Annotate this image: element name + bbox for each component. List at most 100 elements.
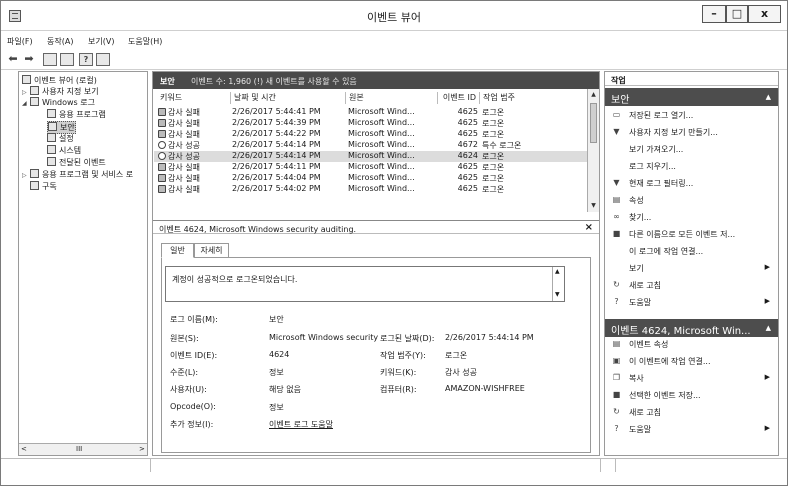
- action-label: 다른 이름으로 모든 이벤트 저...: [629, 230, 736, 239]
- task-icon: ▣: [612, 356, 621, 365]
- action-item[interactable]: ? 도움말 ▶: [605, 295, 778, 309]
- user-label: 사용자(U):: [170, 385, 207, 394]
- tree-item-application[interactable]: 응용 프로그램: [47, 109, 106, 120]
- section-title: 보안: [611, 95, 630, 106]
- actions-section-security[interactable]: 보안 ▲: [605, 88, 778, 106]
- logged-date-label: 로그된 날짜(D):: [380, 334, 435, 343]
- table-row[interactable]: 감사 실패 2/26/2017 5:44:39 PM Microsoft Wind.…: [154, 118, 590, 129]
- action-item[interactable]: ↻ 새로 고침: [605, 405, 778, 419]
- maximize-button[interactable]: □: [726, 5, 748, 23]
- cell-source: Microsoft Wind...: [348, 140, 415, 149]
- action-item[interactable]: ■ 다른 이름으로 모든 이벤트 저...: [605, 227, 778, 241]
- table-row[interactable]: 감사 실패 2/26/2017 5:44:22 PM Microsoft Wind.…: [154, 129, 590, 140]
- cell-id: 4625: [457, 184, 478, 193]
- scroll-left-icon[interactable]: <: [21, 445, 27, 453]
- table-row[interactable]: 감사 실패 2/26/2017 5:44:11 PM Microsoft Wind.…: [154, 162, 590, 173]
- forward-arrow-icon[interactable]: ➡: [22, 53, 36, 66]
- window-title: 이벤트 뷰어: [366, 11, 422, 24]
- action-item[interactable]: ▣ 이 이벤트에 작업 연결...: [605, 354, 778, 368]
- tree-item-forwarded-events[interactable]: 전달된 이벤트: [47, 157, 106, 168]
- submenu-arrow-icon: ▶: [764, 424, 770, 432]
- tree-item-event-viewer-local[interactable]: 이벤트 뷰어 (로컬): [22, 75, 97, 86]
- cell-category: 로그온: [482, 163, 505, 172]
- collapse-arrow-icon[interactable]: ◢: [22, 100, 30, 107]
- action-item[interactable]: ? 도움말 ▶: [605, 422, 778, 436]
- up-folder-icon[interactable]: [43, 53, 57, 66]
- action-item[interactable]: ❐ 복사 ▶: [605, 371, 778, 385]
- scroll-right-icon[interactable]: >: [139, 445, 145, 453]
- event-message-box[interactable]: 계정이 성공적으로 로그온되었습니다. ▲ ▼: [165, 266, 565, 302]
- scroll-up-icon[interactable]: ▲: [588, 89, 599, 100]
- action-label: 찾기...: [629, 213, 652, 222]
- action-item[interactable]: ■ 선택한 이벤트 저장...: [605, 388, 778, 402]
- tree-item-setup[interactable]: 설정: [47, 133, 74, 144]
- cell-source: Microsoft Wind...: [348, 184, 415, 193]
- expand-arrow-icon[interactable]: ▷: [22, 172, 30, 179]
- folder-icon: ▭: [612, 110, 621, 119]
- tab-details[interactable]: 자세히: [194, 243, 229, 258]
- table-row[interactable]: 감사 실패 2/26/2017 5:44:04 PM Microsoft Wind.…: [154, 173, 590, 184]
- action-item[interactable]: ↻ 새로 고침: [605, 278, 778, 292]
- show-hide-tree-icon[interactable]: [60, 53, 74, 66]
- refresh-icon: ↻: [613, 407, 620, 416]
- action-item[interactable]: 보기 가져오기...: [605, 142, 778, 156]
- column-keyword[interactable]: 키워드: [157, 92, 231, 104]
- cell-source: Microsoft Wind...: [348, 162, 415, 171]
- message-scrollbar[interactable]: ▲ ▼: [552, 267, 564, 301]
- menu-action[interactable]: 동작(A): [47, 36, 73, 47]
- log-icon: [47, 133, 56, 142]
- column-date-time[interactable]: 날짜 및 시간: [231, 92, 346, 104]
- actions-section-event[interactable]: 이벤트 4624, Microsoft Win... ▲: [605, 319, 778, 337]
- action-item[interactable]: ▼ 사용자 지정 보기 만들기...: [605, 125, 778, 139]
- menu-view[interactable]: 보기(V): [88, 36, 114, 47]
- menu-file[interactable]: 파일(F): [7, 36, 33, 47]
- action-item[interactable]: ▤ 이벤트 속성: [605, 337, 778, 351]
- column-task-category[interactable]: 작업 범주: [480, 92, 588, 104]
- show-action-pane-icon[interactable]: [96, 53, 110, 66]
- collapse-caret-icon[interactable]: ▲: [766, 324, 771, 332]
- table-row[interactable]: 감사 성공 2/26/2017 5:44:14 PM Microsoft Wind.…: [154, 151, 590, 162]
- cell-keyword: 감사 실패: [158, 173, 200, 184]
- log-icon: [47, 157, 56, 166]
- scroll-up-icon[interactable]: ▲: [555, 268, 560, 275]
- scroll-down-icon[interactable]: ▼: [555, 291, 560, 298]
- back-arrow-icon[interactable]: ⬅: [6, 53, 20, 66]
- table-row[interactable]: 감사 실패 2/26/2017 5:44:02 PM Microsoft Wind.…: [154, 184, 590, 195]
- tab-general[interactable]: 일반: [161, 243, 194, 258]
- action-item[interactable]: 이 로그에 작업 연결...: [605, 244, 778, 258]
- tree-item-apps-and-services[interactable]: ▷ 응용 프로그램 및 서비스 로: [22, 169, 133, 180]
- help-icon[interactable]: ?: [79, 53, 93, 66]
- action-item[interactable]: 로그 지우기...: [605, 159, 778, 173]
- scroll-down-icon[interactable]: ▼: [588, 200, 599, 211]
- event-list-vertical-scrollbar[interactable]: ▲ ▼: [587, 89, 599, 212]
- expand-arrow-icon[interactable]: ▷: [22, 89, 30, 96]
- action-item[interactable]: ▤ 속성: [605, 193, 778, 207]
- menu-help[interactable]: 도움말(H): [128, 36, 162, 47]
- tree-item-custom-views[interactable]: ▷ 사용자 지정 보기: [22, 86, 99, 97]
- action-item[interactable]: ▭ 저장된 로그 열기...: [605, 108, 778, 122]
- action-item[interactable]: 보기 ▶: [605, 261, 778, 275]
- column-source[interactable]: 원본: [346, 92, 438, 104]
- table-row[interactable]: 감사 실패 2/26/2017 5:44:41 PM Microsoft Wind.…: [154, 107, 590, 118]
- tree-horizontal-scrollbar[interactable]: < III >: [19, 443, 147, 455]
- lock-icon: [158, 174, 166, 182]
- close-button[interactable]: x: [748, 5, 781, 23]
- close-detail-icon[interactable]: ×: [585, 222, 593, 233]
- event-id-value: 4624: [269, 350, 290, 359]
- collapse-caret-icon[interactable]: ▲: [766, 93, 771, 101]
- tree-item-windows-logs[interactable]: ◢ Windows 로그: [22, 97, 95, 108]
- action-item[interactable]: ∞ 찾기...: [605, 210, 778, 224]
- minimize-button[interactable]: –: [702, 5, 726, 23]
- column-event-id[interactable]: 이벤트 ID: [438, 92, 480, 104]
- table-row[interactable]: 감사 성공 2/26/2017 5:44:14 PM Microsoft Wind.…: [154, 140, 590, 151]
- refresh-icon: ↻: [613, 280, 620, 289]
- action-item[interactable]: ▼ 현재 로그 필터링...: [605, 176, 778, 190]
- scroll-thumb[interactable]: III: [76, 445, 82, 453]
- event-log-help-link[interactable]: 이벤트 로그 도움말: [269, 419, 333, 430]
- tree-item-subscriptions[interactable]: 구독: [30, 181, 57, 192]
- tree-item-system[interactable]: 시스템: [47, 145, 81, 156]
- scroll-thumb[interactable]: [590, 103, 597, 143]
- cell-source: Microsoft Wind...: [348, 173, 415, 182]
- action-label: 보기: [629, 264, 644, 273]
- navigation-tree: 이벤트 뷰어 (로컬) ▷ 사용자 지정 보기 ◢ Windows 로그 응용 프로…: [18, 71, 148, 456]
